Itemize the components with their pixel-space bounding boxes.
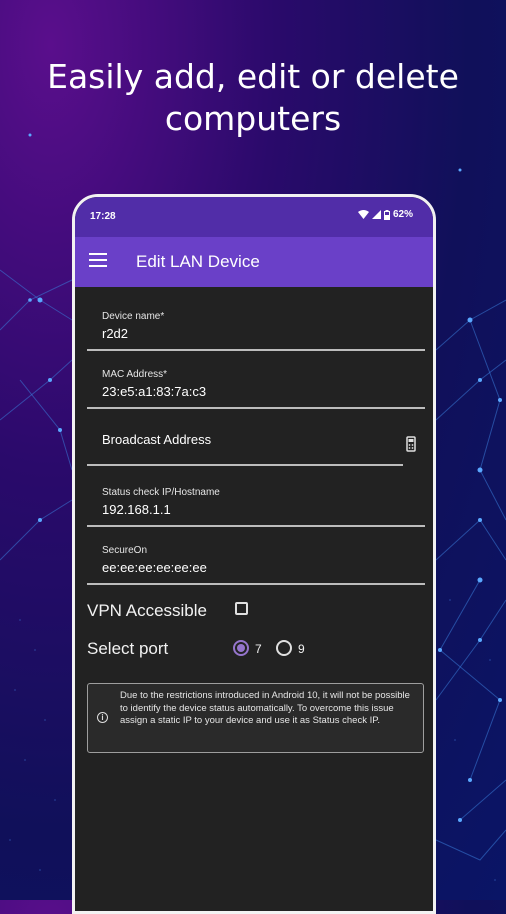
port-7-label: 7 [255,642,262,656]
info-icon: i [97,712,108,723]
notice-text: Due to the restrictions introduced in An… [120,690,410,726]
app-bar: Edit LAN Device [75,237,433,287]
signal-icon [371,210,381,219]
device-name-field[interactable]: Device name* r2d2 [87,305,425,351]
secureon-label: SecureOn [102,545,148,556]
form-content: Device name* r2d2 MAC Address* 23:e5:a1:… [75,287,433,911]
secureon-field[interactable]: SecureOn ee:ee:ee:ee:ee:ee [87,539,425,585]
status-check-ip-underline [87,525,425,527]
mac-address-underline [87,407,425,409]
mac-address-label: MAC Address* [102,369,168,380]
device-name-value[interactable]: r2d2 [102,326,128,341]
broadcast-address-placeholder[interactable]: Broadcast Address [102,432,211,447]
vpn-accessible-label: VPN Accessible [87,601,207,620]
status-bar: 17:28 62% [75,197,433,237]
device-name-label: Device name* [102,311,165,322]
status-time: 17:28 [90,211,116,222]
status-check-ip-field[interactable]: Status check IP/Hostname 192.168.1.1 [87,481,425,527]
headline: Easily add, edit or delete computers [47,57,459,138]
mac-address-field[interactable]: MAC Address* 23:e5:a1:83:7a:c3 [87,363,425,409]
device-name-underline [87,349,425,351]
port-7-radio[interactable] [233,640,249,656]
battery-icon [383,209,390,220]
secureon-value[interactable]: ee:ee:ee:ee:ee:ee [102,560,207,575]
secureon-underline [87,583,425,585]
android10-notice: i Due to the restrictions introduced in … [87,683,424,753]
vpn-accessible-checkbox[interactable] [235,602,248,615]
status-icons: 62% [357,209,413,220]
phone-frame: 17:28 62% Edit LAN Device Device name* r… [72,194,436,914]
port-9-label: 9 [298,642,305,656]
page-title: Edit LAN Device [136,252,260,271]
calculator-icon[interactable] [406,436,416,452]
battery-percent: 62% [392,209,413,220]
status-check-ip-label: Status check IP/Hostname [102,487,220,498]
broadcast-address-underline [87,464,403,466]
broadcast-address-field[interactable]: Broadcast Address [87,422,403,468]
select-port-label: Select port [87,639,169,658]
port-9-radio[interactable] [276,640,292,656]
wifi-icon [357,210,369,219]
menu-icon[interactable] [89,253,107,267]
status-check-ip-value[interactable]: 192.168.1.1 [102,502,171,517]
mac-address-value[interactable]: 23:e5:a1:83:7a:c3 [102,384,206,399]
